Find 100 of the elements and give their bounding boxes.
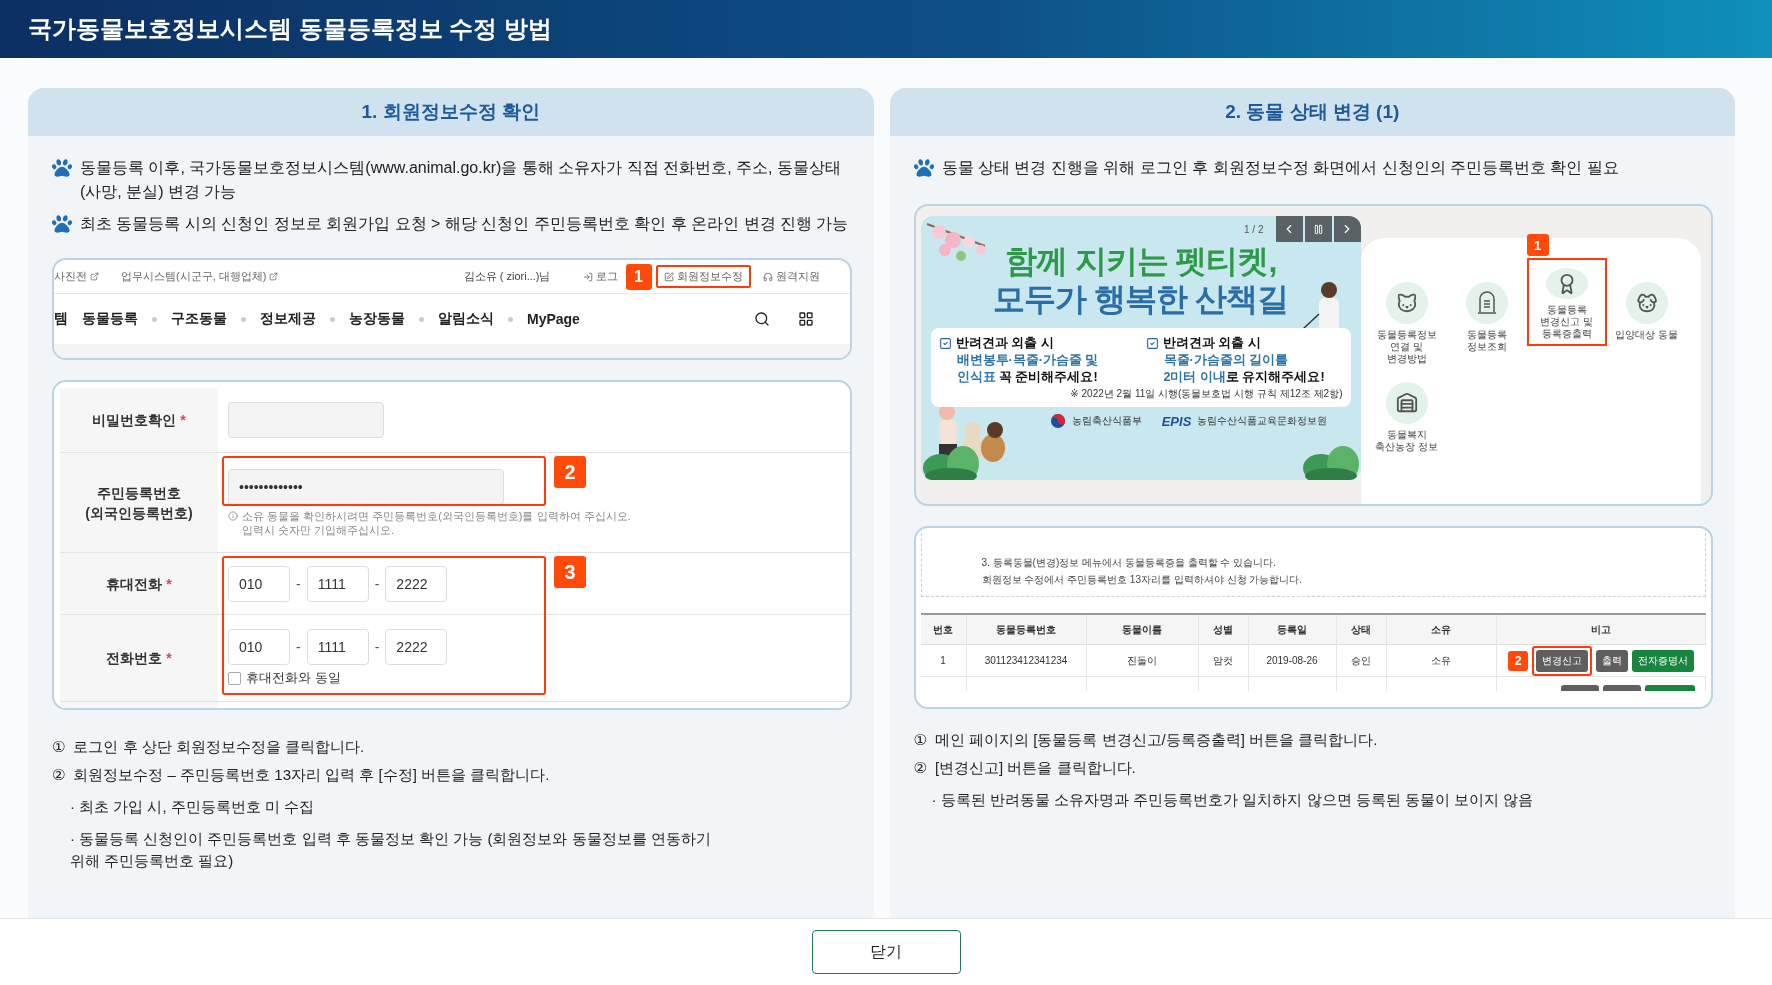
table-cell: 암컷 [1198,645,1249,677]
banner-title: 모두가 행복한 산책길 [993,280,1288,318]
step-text: [변경신고] 버튼을 클릭합니다. [934,758,1136,778]
next-button[interactable] [1333,216,1361,242]
table-cell: 승인 [1336,645,1387,677]
notice-text: 회원정보 수정에서 주민등록번호 13자리를 입력하셔야 신청 가능합니다. [981,573,1304,587]
phone-field[interactable]: 2222 [385,565,448,602]
same-as-mobile-checkbox[interactable]: 휴대전화와 동일 [228,669,840,687]
top-link[interactable]: 업무시스템(시군구, 대행업체) [121,269,279,284]
checkbox-icon [1145,336,1159,350]
pause-icon [1312,223,1324,235]
step-text: 회원정보수정 – 주민등록번호 13자리 입력 후 [수정] 버튼을 클릭합니다. [73,765,550,785]
phone-field[interactable]: 1111 [306,565,369,602]
pause-button[interactable] [1304,216,1332,242]
phone-field[interactable]: 1111 [306,629,369,665]
panel-header: 1. 회원정보수정 확인 [28,88,874,136]
banner-heading: 반려견과 외출 시 [1162,334,1261,352]
step-badge: 2 [554,456,586,488]
paw-icon [52,158,72,178]
table-cell: 1 [920,645,967,677]
phone-field[interactable]: 2222 [385,629,448,665]
banner-title: 함께 지키는 펫티켓, [1004,242,1277,280]
info-icon [228,510,238,521]
top-action-link[interactable]: 로그 [574,265,626,288]
cat-icon [1395,292,1418,314]
field-label: 비밀번호확인 * [60,388,218,452]
paw-icon [913,158,934,178]
quick-menu-item[interactable]: 동물등록 정보조회 [1446,272,1527,372]
search-icon[interactable] [753,311,770,327]
table-cell: 301123412341234 [966,645,1087,677]
headset-icon [762,271,773,282]
ministry-name: 농림축산식품부 [1071,414,1142,428]
checkbox-icon [938,336,952,350]
nav-menu-item[interactable]: 정보제공 [260,310,316,328]
nav-menu-item[interactable]: MyPage [527,311,580,327]
id-number-field[interactable]: ••••••••••••• [228,468,504,505]
panel-header: 2. 동물 상태 변경 (1) [889,88,1735,136]
step-text: 메인 페이지의 [동물등록 변경신고/등록증출력] 버튼을 클릭합니다. [934,730,1378,750]
agency-name: 농림수산식품교육문화정보원 [1197,414,1328,428]
quick-menu-item[interactable]: 동물등록정보 연결 및 변경방법 [1366,272,1447,372]
column-header: 비고 [1496,615,1706,645]
separator-text: - [374,575,380,592]
paw-icon [52,214,72,234]
bullet-text: 동물등록 이후, 국가동물보호정보시스템(www.animal.go.kr)을 통해 소유자가 직접 전화번호, 주소, 동물상태 (사망, 분실) 변경 가능 [80,158,842,202]
nav-menu-item[interactable]: 구조동물 [171,310,227,328]
tombstone-icon [1475,291,1498,315]
step-badge: 1 [625,263,652,290]
top-action-link[interactable]: 원격지원 [754,265,828,288]
field-hint: 소유 동물을 확인하시려면 주민등록번호(외국인등록번호)를 입력하여 주십시오. 입력시 숫자만 기입해주십시오. [242,508,631,537]
step-number: ① [913,730,927,750]
separator-text: - [296,639,301,655]
step-badge: 2 [1508,650,1529,671]
nav-menu-item[interactable]: 농장동물 [349,310,405,328]
bullet-text: 동물 상태 변경 진행을 위해 로그인 후 회원정보수정 화면에서 신청인의 주민등록번호 확인 필요 [941,158,1619,178]
quick-menu-item[interactable]: 입양대상 동물 [1606,272,1687,372]
column-header: 소유 [1386,615,1497,645]
password-field[interactable] [228,402,384,438]
step-text: 로그인 후 상단 회원정보수정을 클릭합니다. [73,737,365,757]
table-cell: 소유 [1386,645,1497,677]
banner-text: 배변봉투·목줄·가슴줄 및 [955,352,1100,369]
nav-menu-item[interactable]: 템 [54,310,68,328]
column-header: 번호 [920,615,967,645]
top-action-link[interactable]: 회원정보수정 [655,265,751,288]
column-header: 동물이름 [1086,615,1199,645]
dog-icon [1635,292,1658,314]
banner-text: 목줄·가슴줄의 길이를 [1162,352,1290,369]
banner-text: 인식표 꼭 준비해주세요! [955,369,1099,386]
grid-menu-icon[interactable] [797,311,814,327]
separator-text: - [296,575,301,592]
step-number: ① [52,737,66,757]
note-text: · 동물등록 신청인이 주민등록번호 입력 후 동물정보 확인 가능 (회원정보와 동물정보를 연동하기 위해 주민등록번호 필요) [69,829,712,871]
agency-logo: EPIS [1161,413,1192,429]
banner-heading: 반려견과 외출 시 [955,334,1054,352]
step-badge: 1 [1526,234,1549,256]
notice-text: 3. 등록동물(변경)정보 메뉴에서 동물등록증을 출력할 수 있습니다. [981,556,1277,570]
banner-note: ※ 2022년 2월 11일 시행(동물보호법 시행 규칙 제12조 제2항) [1069,387,1343,401]
table-cell: 2019-08-26 [1248,645,1337,677]
slide-counter: 1 / 2 [1244,223,1264,235]
note-text: · 최초 가입 시, 주민등록번호 미 수집 [69,797,316,817]
close-button[interactable]: 닫기 [811,930,961,974]
action-button[interactable]: 전자증명서 [1632,649,1695,672]
phone-field[interactable]: 010 [228,629,290,665]
action-button[interactable]: 변경신고 [1536,649,1589,672]
previous-button[interactable] [1275,216,1303,242]
phone-field[interactable]: 010 [228,565,290,602]
external-link-icon [269,272,279,281]
table-cell: 진돌이 [1086,645,1199,677]
top-link[interactable]: 사진전 [54,269,99,284]
column-header: 성별 [1198,615,1249,645]
nav-menu-item[interactable]: 동물등록 [82,310,138,328]
quick-menu-item[interactable]: 동물복지 축산농장 정보 [1366,372,1447,472]
emblem-icon [1049,413,1066,429]
nav-menu-item[interactable]: 알림소식 [438,310,494,328]
action-button[interactable]: 출력 [1596,649,1629,672]
column-header: 동물등록번호 [966,615,1087,645]
step-number: ② [52,765,66,785]
note-text: · 등록된 반려동물 소유자명과 주민등록번호가 일치하지 않으면 등록된 동물이 보이지 않음 [930,790,1535,810]
login-icon [582,271,593,282]
field-label: 주민등록번호 (외국인등록번호) [60,453,218,552]
banner-text: 2미터 이내로 유지해주세요! [1162,369,1326,386]
